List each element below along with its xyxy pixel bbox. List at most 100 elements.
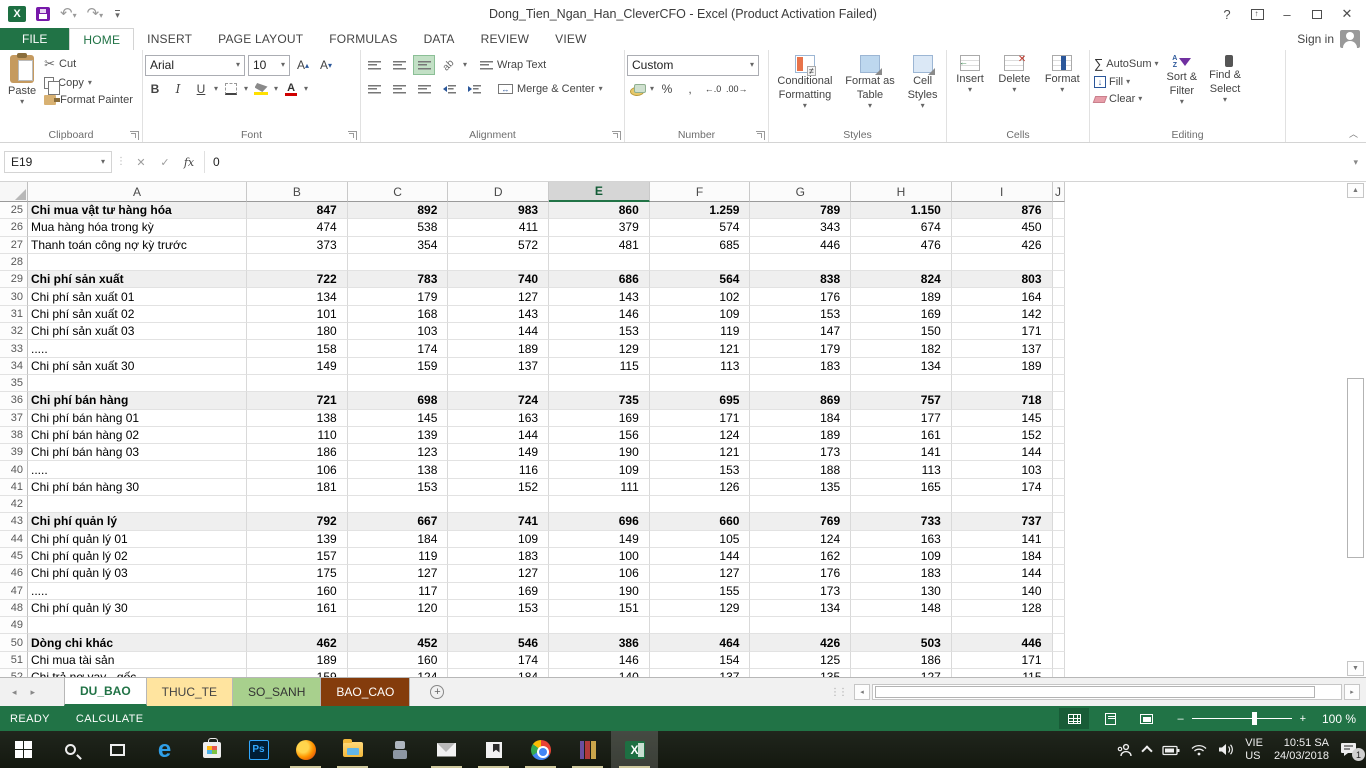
align-left-button[interactable]: [363, 79, 385, 99]
sheet-tab-du_bao[interactable]: DU_BAO: [64, 678, 147, 706]
cancel-entry-icon[interactable]: ✕: [130, 152, 152, 172]
cell-C45[interactable]: 119: [348, 548, 449, 565]
cell-G48[interactable]: 134: [750, 600, 851, 617]
scroll-up-icon[interactable]: ▲: [1347, 183, 1364, 198]
cell-F39[interactable]: 121: [650, 444, 751, 461]
cell-G33[interactable]: 179: [750, 340, 851, 357]
cell-A31[interactable]: Chi phí sản xuất 02: [28, 306, 247, 323]
cell-J50[interactable]: [1053, 634, 1065, 651]
cell-J41[interactable]: [1053, 479, 1065, 496]
cell-E41[interactable]: 111: [549, 479, 650, 496]
cell-C31[interactable]: 168: [348, 306, 449, 323]
vertical-scrollbar[interactable]: ▲ ▼: [1346, 183, 1365, 676]
cell-D32[interactable]: 144: [448, 323, 549, 340]
row-header-52[interactable]: 52: [0, 669, 28, 677]
cell-G42[interactable]: [750, 496, 851, 513]
cell-B49[interactable]: [247, 617, 348, 634]
cell-J36[interactable]: [1053, 392, 1065, 409]
confirm-entry-icon[interactable]: ✓: [154, 152, 176, 172]
cell-H33[interactable]: 182: [851, 340, 952, 357]
page-layout-view-button[interactable]: [1095, 708, 1125, 729]
cell-E38[interactable]: 156: [549, 427, 650, 444]
cell-J39[interactable]: [1053, 444, 1065, 461]
help-button[interactable]: ?: [1212, 2, 1242, 26]
cell-H30[interactable]: 189: [851, 288, 952, 305]
cell-G29[interactable]: 838: [750, 271, 851, 288]
cell-B27[interactable]: 373: [247, 237, 348, 254]
cell-I33[interactable]: 137: [952, 340, 1053, 357]
cell-F25[interactable]: 1.259: [650, 202, 751, 219]
cell-F38[interactable]: 124: [650, 427, 751, 444]
cell-D50[interactable]: 546: [448, 634, 549, 651]
zoom-in-button[interactable]: +: [1300, 713, 1306, 725]
restore-button[interactable]: [1302, 2, 1332, 26]
cell-C49[interactable]: [348, 617, 449, 634]
cell-E34[interactable]: 115: [549, 358, 650, 375]
cell-F49[interactable]: [650, 617, 751, 634]
shrink-font-button[interactable]: A: [316, 55, 336, 76]
cell-C43[interactable]: 667: [348, 513, 449, 530]
cell-C34[interactable]: 159: [348, 358, 449, 375]
cell-G31[interactable]: 153: [750, 306, 851, 323]
row-header-41[interactable]: 41: [0, 479, 28, 496]
middle-align-button[interactable]: [388, 55, 410, 75]
paste-button[interactable]: Paste▾: [2, 53, 42, 128]
cell-E28[interactable]: [549, 254, 650, 271]
cell-D26[interactable]: 411: [448, 219, 549, 236]
cell-C30[interactable]: 179: [348, 288, 449, 305]
cell-H34[interactable]: 134: [851, 358, 952, 375]
cell-I51[interactable]: 171: [952, 652, 1053, 669]
cell-B33[interactable]: 158: [247, 340, 348, 357]
cell-H31[interactable]: 169: [851, 306, 952, 323]
cell-A33[interactable]: .....: [28, 340, 247, 357]
increase-indent-button[interactable]: [463, 79, 485, 99]
cell-F33[interactable]: 121: [650, 340, 751, 357]
cell-J25[interactable]: [1053, 202, 1065, 219]
cell-D34[interactable]: 137: [448, 358, 549, 375]
cell-G32[interactable]: 147: [750, 323, 851, 340]
font-size-combo[interactable]: 10▾: [248, 55, 290, 76]
sheet-nav-left-icon[interactable]: ◂: [12, 687, 17, 698]
cell-D30[interactable]: 127: [448, 288, 549, 305]
cell-D39[interactable]: 149: [448, 444, 549, 461]
cell-A34[interactable]: Chi phí sản xuất 30: [28, 358, 247, 375]
font-color-button[interactable]: A: [281, 79, 301, 100]
cell-E35[interactable]: [549, 375, 650, 392]
cell-C35[interactable]: [348, 375, 449, 392]
insert-function-icon[interactable]: fx: [178, 152, 200, 172]
cell-J43[interactable]: [1053, 513, 1065, 530]
grow-font-button[interactable]: A: [293, 55, 313, 76]
cell-A37[interactable]: Chi phí bán hàng 01: [28, 410, 247, 427]
cell-D33[interactable]: 189: [448, 340, 549, 357]
cell-J33[interactable]: [1053, 340, 1065, 357]
cell-H28[interactable]: [851, 254, 952, 271]
cell-C39[interactable]: 123: [348, 444, 449, 461]
cell-I40[interactable]: 103: [952, 461, 1053, 478]
cell-C38[interactable]: 139: [348, 427, 449, 444]
cell-H39[interactable]: 141: [851, 444, 952, 461]
sort-filter-button[interactable]: AZ Sort &Filter▾: [1161, 53, 1204, 128]
cell-F46[interactable]: 127: [650, 565, 751, 582]
cell-J31[interactable]: [1053, 306, 1065, 323]
cell-G45[interactable]: 162: [750, 548, 851, 565]
cell-G28[interactable]: [750, 254, 851, 271]
cell-F31[interactable]: 109: [650, 306, 751, 323]
scroll-right-icon[interactable]: ▸: [1344, 684, 1360, 700]
cell-H32[interactable]: 150: [851, 323, 952, 340]
cell-B38[interactable]: 110: [247, 427, 348, 444]
cell-B50[interactable]: 462: [247, 634, 348, 651]
horizontal-scrollbar[interactable]: ◂ ▸: [854, 678, 1360, 706]
find-select-button[interactable]: Find &Select▾: [1203, 53, 1247, 128]
format-painter-button[interactable]: Format Painter: [42, 93, 135, 107]
cell-B36[interactable]: 721: [247, 392, 348, 409]
cell-D36[interactable]: 724: [448, 392, 549, 409]
font-dialog-launcher[interactable]: [348, 131, 357, 140]
taskbar-photoshop[interactable]: Ps: [235, 731, 282, 768]
expand-formula-bar-icon[interactable]: ▾: [1353, 157, 1362, 168]
cell-F32[interactable]: 119: [650, 323, 751, 340]
row-header-45[interactable]: 45: [0, 548, 28, 565]
cell-C44[interactable]: 184: [348, 531, 449, 548]
taskbar-edge[interactable]: e: [141, 731, 188, 768]
cell-F43[interactable]: 660: [650, 513, 751, 530]
cell-C32[interactable]: 103: [348, 323, 449, 340]
